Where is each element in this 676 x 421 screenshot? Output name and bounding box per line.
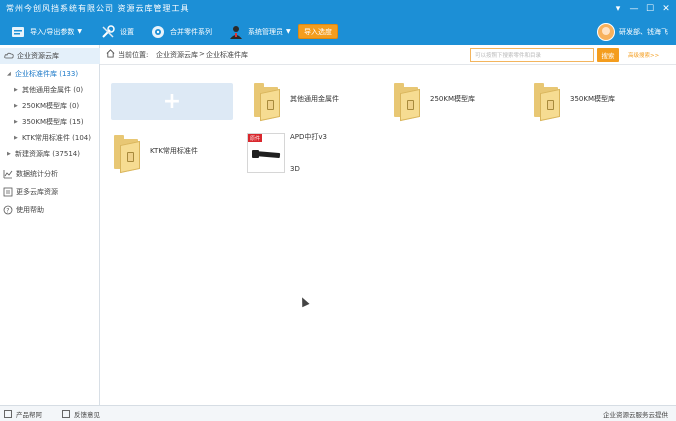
chevron-right-icon: ▶: [14, 87, 18, 93]
merge-icon: [150, 24, 166, 40]
home-icon: [106, 49, 115, 60]
sidebar-item-label: 更多云库资源: [16, 188, 58, 196]
sidebar-item-label: 其他通用金属件 (0): [22, 86, 84, 94]
toolbar: 导入/导出参数 ▼ 设置 合并零件系列 系统管理员 ▼ 导入选度 研发部、钱海飞: [0, 18, 676, 45]
user-name: 研发部、钱海飞: [619, 28, 668, 36]
sidebar-item-cloud[interactable]: 更多云库资源: [0, 184, 100, 200]
sidebar: 企业资源云库 ◢ 企业标准件库 (133) ▶ 其他通用金属件 (0) ▶ 25…: [0, 45, 100, 405]
folder-label[interactable]: 350KM模型库: [570, 94, 615, 104]
folder-label[interactable]: 其他通用金属件: [290, 94, 339, 104]
sidebar-item-ktk[interactable]: ▶ KTK常用标准件 (104): [0, 130, 100, 146]
import-icon: [10, 24, 26, 40]
folder-label[interactable]: 250KM模型库: [430, 94, 475, 104]
sidebar-item-stats[interactable]: 数据统计分析: [0, 166, 100, 182]
merge-parts-label: 合并零件系列: [170, 27, 212, 36]
chevron-right-icon: ▶: [7, 151, 11, 157]
tools-icon: [100, 24, 116, 40]
title-bar: 常州今创风挡系统有限公司 资源云库管理工具 ▾ — ☐ ✕: [0, 0, 676, 18]
avatar: [597, 23, 615, 41]
status-provider: 企业资源云服务云提供: [603, 411, 668, 419]
cloud-icon: [4, 51, 14, 61]
sidebar-item-label: 企业标准件库 (133): [15, 70, 79, 78]
breadcrumb-label: 当前位置:: [118, 51, 149, 59]
chevron-right-icon: ▶: [14, 103, 18, 109]
breadcrumb-current: 企业标准件库: [206, 51, 248, 59]
status-bar: 产品帮阿 反馈意见 企业资源云服务云提供: [0, 405, 676, 421]
sidebar-item-label: 企业资源云库: [17, 52, 59, 60]
chevron-down-icon: ▼: [77, 28, 82, 35]
sidebar-item-root[interactable]: 企业资源云库: [0, 48, 100, 64]
folder-icon[interactable]: [114, 135, 144, 174]
user-info[interactable]: 研发部、钱海飞: [597, 22, 668, 42]
advanced-search-link[interactable]: 高级搜索>>: [628, 51, 659, 59]
part-thumbnail[interactable]: 原件: [247, 133, 285, 173]
system-manage-button[interactable]: 系统管理员 ▼: [228, 21, 291, 42]
feedback-icon: [62, 410, 70, 418]
window-controls: ▾ — ☐ ✕: [610, 0, 674, 18]
sidebar-item-label: 350KM模型库 (15): [22, 118, 84, 126]
main-content: 当前位置: 企业资源云库 > 企业标准件库 可以按照下搜索零件和目录 搜索 高级…: [100, 45, 676, 405]
breadcrumb-link-root[interactable]: 企业资源云库: [156, 50, 198, 60]
chevron-down-icon: ◢: [7, 71, 11, 77]
mouse-cursor-icon: [298, 295, 310, 308]
sidebar-item-250km[interactable]: ▶ 250KM模型库 (0): [0, 98, 100, 114]
sidebar-item-new-lib[interactable]: ▶ 新建资源库 (37514): [0, 146, 100, 162]
part-name[interactable]: APD中打v3: [290, 132, 327, 142]
feedback-label: 反馈意见: [74, 411, 100, 419]
sidebar-item-metal[interactable]: ▶ 其他通用金属件 (0): [0, 82, 100, 98]
product-help-link[interactable]: 产品帮阿: [4, 409, 42, 419]
admin-user-icon: [228, 24, 244, 40]
chart-icon: [3, 169, 13, 179]
import-button[interactable]: 导入选度: [298, 24, 338, 39]
add-item-button[interactable]: +: [111, 83, 233, 120]
minimize-icon[interactable]: —: [626, 0, 642, 18]
system-manage-label: 系统管理员: [248, 27, 283, 36]
maximize-icon[interactable]: ☐: [642, 0, 658, 18]
settings-label: 设置: [120, 27, 134, 36]
breadcrumb-separator: >: [199, 50, 205, 58]
import-export-label: 导入/导出参数: [30, 27, 75, 36]
folder-icon[interactable]: [534, 83, 564, 122]
breadcrumb: 当前位置: 企业资源云库 > 企业标准件库 可以按照下搜索零件和目录 搜索 高级…: [100, 45, 676, 65]
sidebar-item-label: 数据统计分析: [16, 170, 58, 178]
sidebar-item-label: 新建资源库 (37514): [15, 150, 80, 158]
chevron-right-icon: ▶: [14, 119, 18, 125]
part-type: 3D: [290, 165, 300, 173]
window-title: 常州今创风挡系统有限公司 资源云库管理工具: [6, 4, 190, 13]
close-icon[interactable]: ✕: [658, 0, 674, 18]
folder-icon[interactable]: [394, 83, 424, 122]
svg-text:?: ?: [6, 207, 9, 214]
folder-label[interactable]: KTK常用标准件: [150, 146, 198, 156]
chevron-down-icon: ▼: [286, 28, 291, 35]
search-input[interactable]: 可以按照下搜索零件和目录: [470, 48, 594, 62]
help-icon: ?: [3, 205, 13, 215]
sidebar-item-label: 250KM模型库 (0): [22, 102, 80, 110]
product-help-label: 产品帮阿: [16, 411, 42, 419]
import-export-button[interactable]: 导入/导出参数 ▼: [10, 21, 82, 42]
settings-button[interactable]: 设置: [100, 21, 134, 42]
part-badge: 原件: [248, 134, 262, 142]
menu-icon[interactable]: ▾: [610, 0, 626, 18]
help-doc-icon: [4, 410, 12, 418]
sidebar-item-help[interactable]: ? 使用帮助: [0, 202, 100, 218]
merge-parts-button[interactable]: 合并零件系列: [150, 21, 212, 42]
grid-icon: [3, 187, 13, 197]
sidebar-item-label: KTK常用标准件 (104): [22, 134, 91, 142]
sidebar-item-350km[interactable]: ▶ 350KM模型库 (15): [0, 114, 100, 130]
chevron-right-icon: ▶: [14, 135, 18, 141]
sidebar-item-label: 使用帮助: [16, 206, 44, 214]
folder-icon[interactable]: [254, 83, 284, 122]
search-button[interactable]: 搜索: [597, 48, 619, 62]
sidebar-item-standard-lib[interactable]: ◢ 企业标准件库 (133): [0, 66, 100, 82]
feedback-link[interactable]: 反馈意见: [62, 409, 100, 419]
